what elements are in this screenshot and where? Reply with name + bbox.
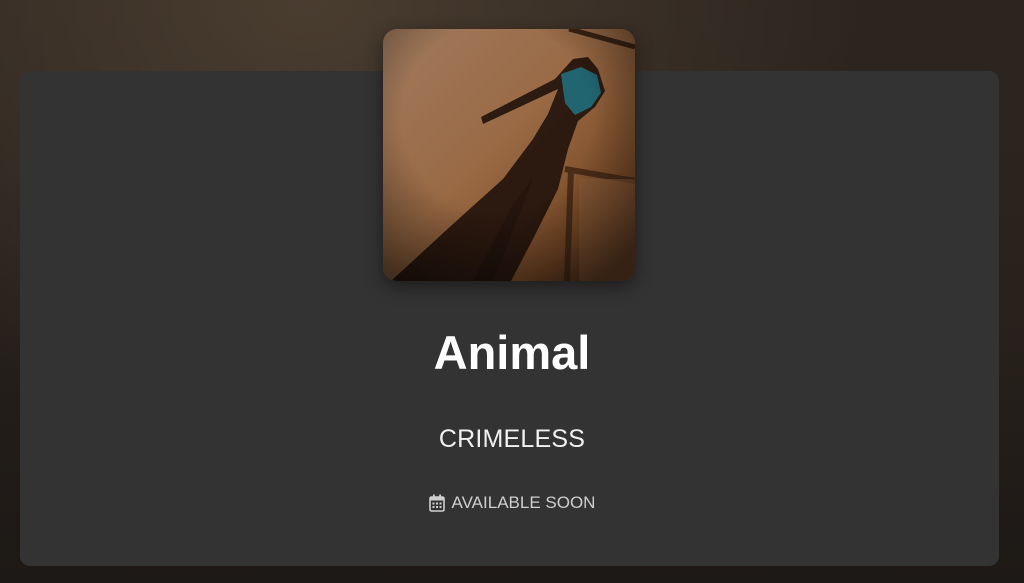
calendar-icon bbox=[428, 494, 445, 512]
artist-name[interactable]: CRIMELESS bbox=[0, 423, 1024, 455]
release-status: AVAILABLE SOON bbox=[0, 492, 1024, 514]
release-title: Animal bbox=[433, 326, 591, 379]
album-cover-art bbox=[383, 29, 635, 281]
release-status-label: AVAILABLE SOON bbox=[451, 493, 596, 512]
